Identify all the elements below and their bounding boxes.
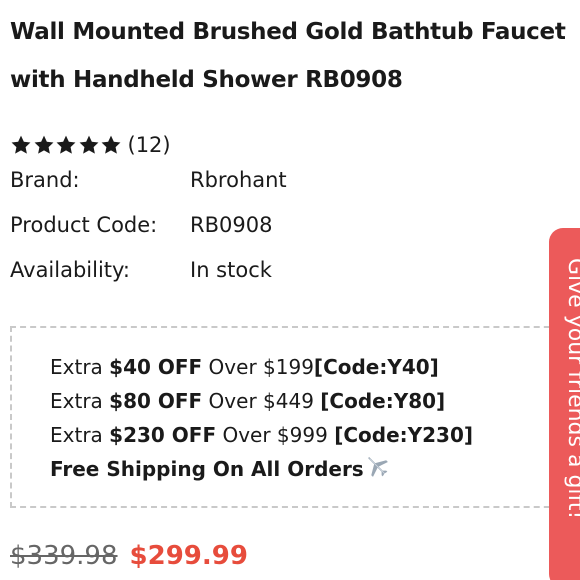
promo-amount: $230 OFF: [109, 423, 217, 447]
free-shipping-line: Free Shipping On All Orders: [50, 452, 473, 486]
promo-prefix: Extra: [50, 389, 110, 413]
product-title-line-1: Wall Mounted Brushed Gold Bathtub Faucet: [10, 19, 566, 45]
original-price: $339.98: [10, 541, 118, 571]
availability-value: In stock: [190, 258, 272, 282]
availability-label: Availability:: [10, 258, 131, 282]
rating-stars: [10, 134, 123, 156]
promo-amount: $40 OFF: [109, 355, 203, 379]
promo-code: [Code:Y230]: [334, 423, 473, 447]
promo-amount: $80 OFF: [109, 389, 203, 413]
promotion-line: Extra $80 OFF Over $449 [Code:Y80]: [50, 384, 473, 418]
product-detail-page: Wall Mounted Brushed Gold Bathtub Faucet…: [0, 0, 580, 580]
promo-condition: Over $449: [202, 389, 321, 413]
product-rating[interactable]: (12): [10, 131, 171, 159]
promo-prefix: Extra: [50, 355, 110, 379]
promo-prefix: Extra: [50, 423, 110, 447]
promo-code: [Code:Y80]: [320, 389, 446, 413]
product-title: Wall Mounted Brushed Gold Bathtub Faucet…: [10, 8, 580, 104]
promotion-line: Extra $230 OFF Over $999 [Code:Y230]: [50, 418, 473, 452]
product-code-value: RB0908: [190, 213, 273, 237]
airplane-icon: [364, 453, 390, 479]
star-icon: [33, 134, 55, 156]
promo-condition: Over $199: [202, 355, 314, 379]
promo-code: [Code:Y40]: [313, 355, 439, 379]
brand-value[interactable]: Rbrohant: [190, 165, 287, 195]
sale-price: $299.99: [129, 541, 248, 571]
gift-referral-tab[interactable]: Give your friends a gift!: [549, 228, 580, 580]
star-icon: [10, 134, 32, 156]
gift-tab-label: Give your friends a gift!: [563, 258, 580, 520]
star-icon: [78, 134, 100, 156]
star-icon: [55, 134, 77, 156]
product-title-line-2: with Handheld Shower RB0908: [10, 67, 403, 93]
promotion-list: Extra $40 OFF Over $199[Code:Y40] Extra …: [50, 350, 473, 486]
promo-condition: Over $999: [216, 423, 335, 447]
promotion-line: Extra $40 OFF Over $199[Code:Y40]: [50, 350, 473, 384]
brand-label: Brand:: [10, 168, 80, 192]
price-block: $339.98 $299.99: [10, 536, 248, 576]
review-count-link[interactable]: (12): [128, 133, 171, 157]
promotion-box: Extra $40 OFF Over $199[Code:Y40] Extra …: [10, 326, 580, 508]
product-code-label: Product Code:: [10, 213, 158, 237]
star-icon: [100, 134, 122, 156]
free-shipping-text: Free Shipping On All Orders: [50, 457, 364, 481]
